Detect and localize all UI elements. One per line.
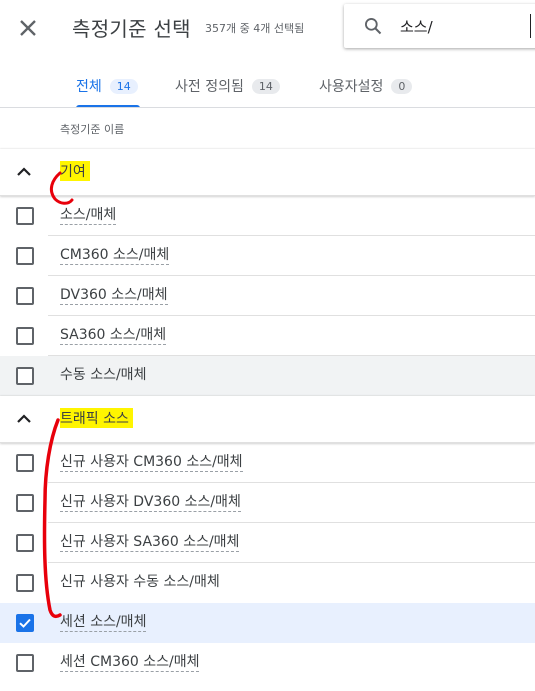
item-label[interactable]: 신규 사용자 CM360 소스/매체 [60,453,243,472]
dimension-list: 기여 소스/매체 CM360 소스/매체 DV360 소스/매체 SA360 소… [0,149,535,683]
group-header-attribution[interactable]: 기여 [0,149,535,196]
group-label: 기여 [60,161,90,181]
search-box[interactable] [344,4,535,48]
list-item[interactable]: SA360 소스/매체 [0,316,535,356]
item-label[interactable]: 소스/매체 [60,206,117,225]
list-item[interactable]: 신규 사용자 CM360 소스/매체 [0,443,535,483]
checkbox[interactable] [16,247,34,265]
checkbox[interactable] [16,327,34,345]
list-item[interactable]: 신규 사용자 SA360 소스/매체 [0,523,535,563]
close-button[interactable] [14,14,42,42]
checkbox[interactable] [16,534,34,552]
item-label[interactable]: 세션 소스/매체 [60,613,147,632]
item-label[interactable]: 신규 사용자 수동 소스/매체 [60,573,220,591]
checkbox[interactable] [16,654,34,672]
tab-custom[interactable]: 사용자설정 0 [319,72,413,108]
item-label[interactable]: 신규 사용자 SA360 소스/매체 [60,533,240,552]
selection-count: 357개 중 4개 선택됨 [205,22,305,35]
chevron-up-icon[interactable] [15,412,33,426]
tab-count-badge: 14 [251,79,280,94]
item-label[interactable]: 수동 소스/매체 [60,366,146,384]
checkbox-checked[interactable] [16,614,34,632]
checkbox[interactable] [16,287,34,305]
chevron-up-icon[interactable] [15,165,33,179]
item-label[interactable]: 신규 사용자 DV360 소스/매체 [60,493,241,512]
tabs-divider [0,107,535,108]
tab-label: 사용자설정 [319,79,384,95]
tab-count-badge: 0 [391,79,413,94]
checkbox[interactable] [16,207,34,225]
list-item[interactable]: DV360 소스/매체 [0,276,535,316]
tab-label: 사전 정의됨 [175,79,244,95]
checkbox[interactable] [16,494,34,512]
item-label[interactable]: SA360 소스/매체 [60,326,167,345]
checkbox[interactable] [16,574,34,592]
column-header: 측정기준 이름 [60,123,125,136]
list-item[interactable]: 신규 사용자 수동 소스/매체 [0,563,535,603]
list-item[interactable]: 수동 소스/매체 [0,356,535,396]
dialog-title: 측정기준 선택 [72,17,191,41]
dialog-header: 측정기준 선택 357개 중 4개 선택됨 [0,0,535,60]
tab-bar: 전체 14 사전 정의됨 14 사용자설정 0 [0,60,535,108]
checkbox[interactable] [16,367,34,385]
tab-all[interactable]: 전체 14 [76,72,140,108]
checkbox[interactable] [16,454,34,472]
item-label[interactable]: 세션 CM360 소스/매체 [60,653,200,672]
tab-count-badge: 14 [109,79,138,94]
tab-predefined[interactable]: 사전 정의됨 14 [175,72,280,108]
list-item[interactable]: 세션 CM360 소스/매체 [0,643,535,683]
search-icon [365,18,382,35]
close-icon [20,20,36,36]
list-item[interactable]: CM360 소스/매체 [0,236,535,276]
item-label[interactable]: CM360 소스/매체 [60,246,170,265]
tab-label: 전체 [76,79,102,95]
checkmark-icon [19,618,31,628]
list-item[interactable]: 신규 사용자 DV360 소스/매체 [0,483,535,523]
group-label: 트래픽 소스 [60,408,133,428]
search-input[interactable] [400,14,531,38]
group-header-traffic-source[interactable]: 트래픽 소스 [0,396,535,443]
list-item[interactable]: 소스/매체 [0,196,535,236]
list-item-selected[interactable]: 세션 소스/매체 [0,603,535,643]
item-label[interactable]: DV360 소스/매체 [60,286,168,305]
